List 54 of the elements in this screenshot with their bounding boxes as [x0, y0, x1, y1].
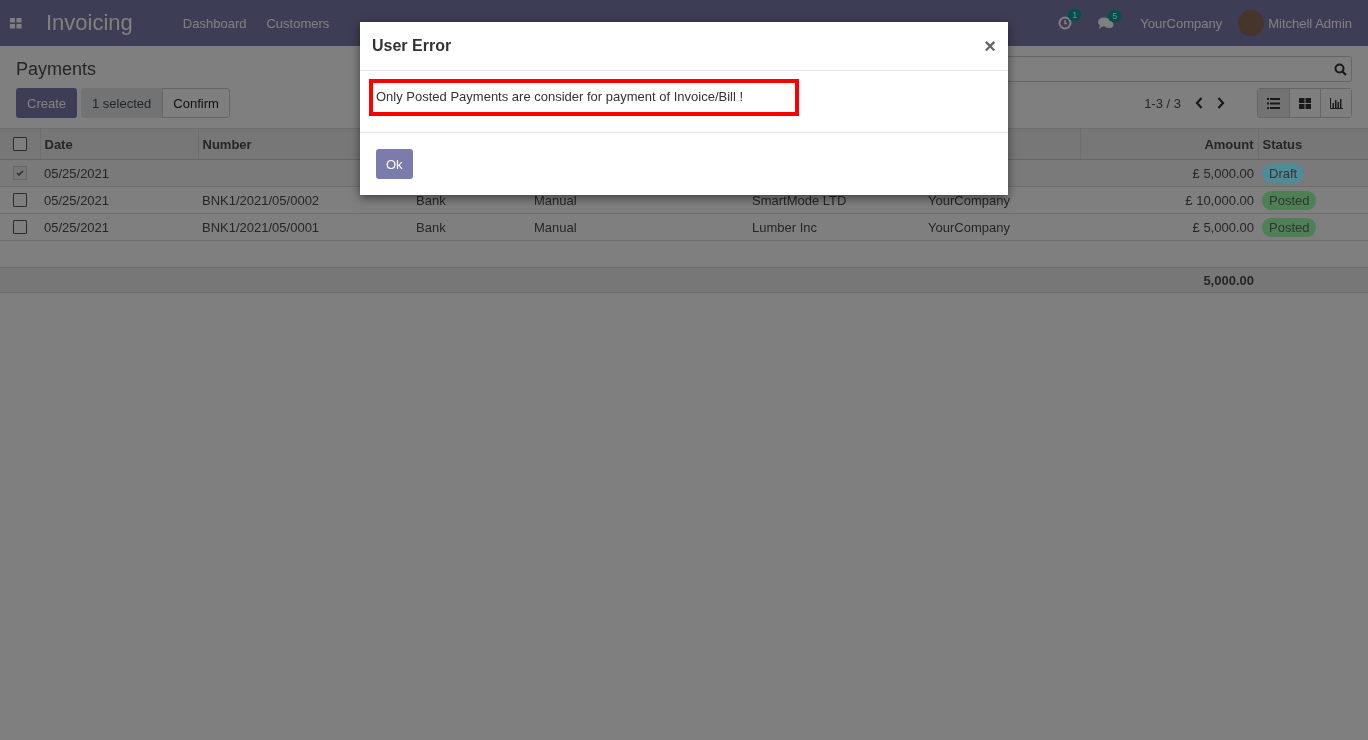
user-name[interactable]: Mitchell Admin	[1268, 15, 1352, 31]
view-switch-button[interactable]	[1258, 89, 1289, 117]
create-button[interactable]: Create	[16, 88, 78, 118]
company-name[interactable]: YourCompany	[1140, 15, 1223, 31]
apps-menu-icon[interactable]	[10, 17, 22, 29]
table-cell: £ 10,000.00	[1185, 192, 1254, 208]
selection-counter[interactable]: 1 selected	[81, 88, 163, 118]
table-cell: Lumber Inc	[752, 219, 818, 235]
close-button[interactable]: ×	[984, 36, 996, 56]
page-title: Payments	[16, 58, 97, 80]
dialog-title: User Error	[372, 37, 452, 55]
amount-total: 5,000.00	[1203, 272, 1254, 288]
clock-icon[interactable]	[1058, 16, 1073, 30]
column-header[interactable]: Status	[1262, 136, 1303, 152]
table-cell: Manual	[534, 219, 577, 235]
ok-button[interactable]: Ok	[376, 149, 413, 179]
pager: 1-3 / 3	[1144, 95, 1181, 111]
table-cell: YourCompany	[928, 192, 1010, 208]
search-icon[interactable]	[1334, 62, 1347, 76]
menu-item[interactable]: Dashboard	[172, 15, 257, 31]
status-tag: Posted	[1262, 190, 1317, 210]
column-header[interactable]: Amount	[1204, 136, 1254, 152]
status-tag: Draft	[1262, 163, 1305, 183]
message-count: 5	[1108, 9, 1122, 22]
table-cell: £ 5,000.00	[1192, 219, 1254, 235]
error-message: Only Posted Payments are consider for payment of Invoice/Bill !	[369, 79, 800, 116]
table-cell: YourCompany	[928, 219, 1010, 235]
table-cell: SmartMode LTD	[752, 192, 847, 208]
table-cell: BNK1/2021/05/0002	[202, 192, 320, 208]
bar-chart-icon	[1329, 97, 1343, 109]
app-name[interactable]: Invoicing	[46, 10, 133, 36]
table-cell: BNK1/2021/05/0001	[202, 219, 320, 235]
table-cell: 05/25/2021	[44, 219, 110, 235]
column-header[interactable]: Number	[202, 136, 252, 152]
table-cell: 05/25/2021	[44, 165, 110, 181]
activity-count: 1	[1068, 9, 1082, 21]
row-checkbox[interactable]	[13, 193, 27, 207]
menu-item[interactable]: Customers	[256, 15, 340, 31]
table-cell: 05/25/2021	[44, 192, 110, 208]
confirm-button[interactable]: Confirm	[162, 88, 230, 118]
grid-icon	[1299, 97, 1311, 109]
chevron-left-icon[interactable]	[1195, 97, 1203, 109]
row-checkbox[interactable]	[13, 220, 27, 234]
column-header[interactable]: Date	[44, 136, 73, 152]
chevron-right-icon[interactable]	[1217, 97, 1225, 109]
table-cell: Manual	[534, 192, 577, 208]
list-icon	[1267, 97, 1280, 109]
table-cell: Bank	[416, 219, 446, 235]
chat-icon[interactable]	[1098, 16, 1115, 30]
view-switch-button[interactable]	[1320, 89, 1351, 117]
table-cell: £ 5,000.00	[1192, 165, 1254, 181]
select-all-checkbox[interactable]	[12, 137, 27, 151]
table-cell: Bank	[416, 192, 446, 208]
status-tag: Posted	[1262, 217, 1317, 237]
